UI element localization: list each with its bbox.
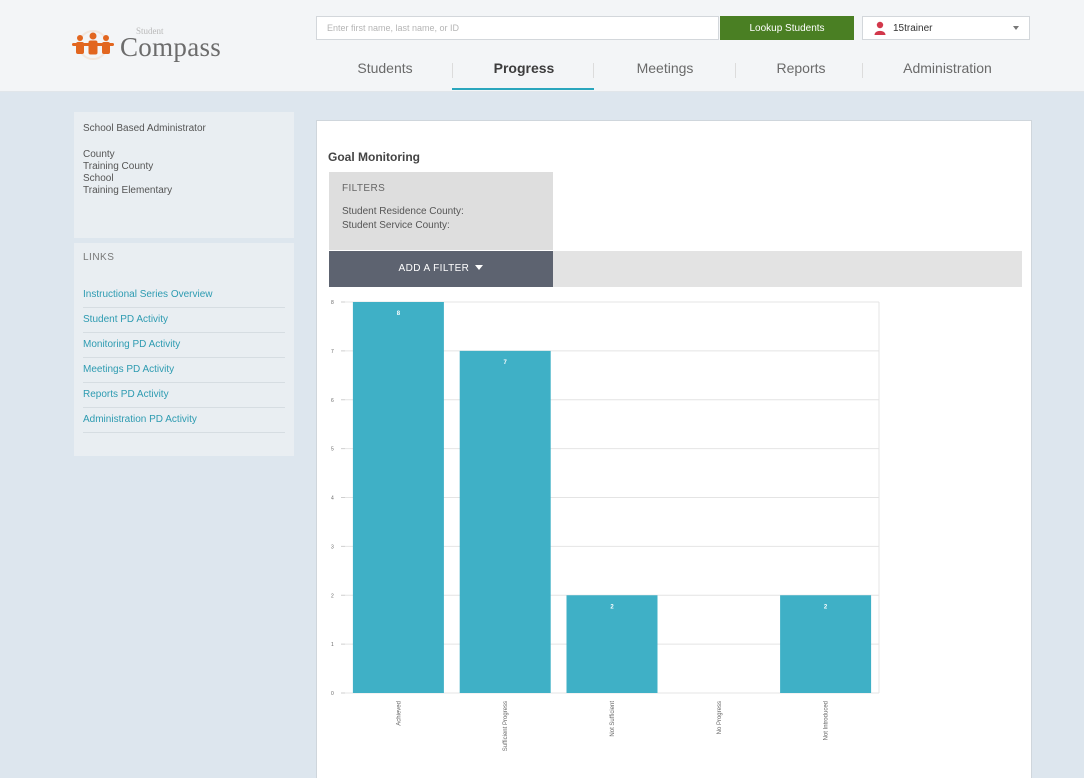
lookup-students-button[interactable]: Lookup Students bbox=[720, 16, 854, 40]
goal-monitoring-panel: Goal Monitoring FILTERS Student Residenc… bbox=[316, 120, 1032, 778]
nav-divider bbox=[735, 63, 736, 78]
y-tick-label: 1 bbox=[331, 642, 334, 648]
y-tick-label: 4 bbox=[331, 496, 334, 502]
x-category-label: No Progress bbox=[717, 701, 723, 734]
links-heading: LINKS bbox=[83, 252, 115, 263]
tab-meetings[interactable]: Meetings bbox=[617, 60, 713, 76]
school-label: School bbox=[83, 173, 114, 184]
x-category-label: Sufficient Progress bbox=[503, 701, 509, 751]
role-label: School Based Administrator bbox=[83, 123, 206, 134]
y-tick-label: 2 bbox=[331, 593, 334, 599]
x-category-label: Not Introduced bbox=[824, 701, 830, 740]
link-student-pd-activity[interactable]: Student PD Activity bbox=[83, 308, 285, 333]
nav-divider bbox=[593, 63, 594, 78]
active-tab-indicator bbox=[452, 88, 594, 90]
people-logo-icon bbox=[72, 30, 114, 60]
nav-divider bbox=[452, 63, 453, 78]
logo-wordmark: Compass bbox=[120, 32, 222, 62]
student-compass-logo[interactable]: Student Compass bbox=[70, 22, 240, 72]
y-tick-label: 7 bbox=[331, 349, 334, 355]
filters-heading: FILTERS bbox=[342, 183, 386, 194]
y-tick-label: 8 bbox=[331, 300, 334, 306]
tab-progress[interactable]: Progress bbox=[478, 60, 570, 76]
y-tick-label: 6 bbox=[331, 398, 334, 404]
tab-administration[interactable]: Administration bbox=[885, 60, 1010, 76]
user-menu-dropdown[interactable]: 15trainer bbox=[862, 16, 1030, 40]
county-value: Training County bbox=[83, 161, 154, 172]
page-title: Goal Monitoring bbox=[328, 150, 420, 164]
caret-down-icon bbox=[475, 265, 484, 271]
tab-students[interactable]: Students bbox=[340, 60, 430, 76]
username-label: 15trainer bbox=[893, 23, 933, 34]
filter-bar: ADD A FILTER bbox=[329, 251, 1022, 287]
bar-0 bbox=[352, 302, 444, 693]
link-meetings-pd-activity[interactable]: Meetings PD Activity bbox=[83, 358, 285, 383]
student-search-input[interactable] bbox=[316, 16, 719, 40]
nav-divider bbox=[862, 63, 863, 78]
links-panel: LINKS Instructional Series Overview Stud… bbox=[74, 243, 294, 456]
app-header: Student Compass Lookup Students 15traine… bbox=[0, 0, 1084, 92]
chevron-down-icon bbox=[1013, 26, 1019, 30]
y-tick-label: 5 bbox=[331, 447, 334, 453]
user-icon bbox=[874, 21, 886, 35]
x-category-label: Not Sufficient bbox=[610, 701, 616, 737]
school-value: Training Elementary bbox=[83, 185, 173, 196]
x-category-label: Achieved bbox=[396, 701, 402, 726]
link-administration-pd-activity[interactable]: Administration PD Activity bbox=[83, 408, 285, 433]
tab-reports[interactable]: Reports bbox=[756, 60, 846, 76]
bar-1 bbox=[459, 350, 551, 693]
goal-monitoring-chart: 0123456788Achieved7Sufficient Progress2N… bbox=[331, 300, 880, 751]
add-filter-label: ADD A FILTER bbox=[398, 263, 470, 274]
y-tick-label: 3 bbox=[331, 544, 334, 550]
add-filter-button[interactable]: ADD A FILTER bbox=[329, 251, 553, 287]
link-monitoring-pd-activity[interactable]: Monitoring PD Activity bbox=[83, 333, 285, 358]
user-context-panel: School Based Administrator County Traini… bbox=[74, 112, 294, 238]
county-label: County bbox=[83, 149, 115, 160]
filters-box: FILTERS Student Residence County: Studen… bbox=[329, 172, 553, 250]
y-tick-label: 0 bbox=[331, 691, 334, 697]
link-reports-pd-activity[interactable]: Reports PD Activity bbox=[83, 383, 285, 408]
residence-county-filter: Student Residence County: bbox=[342, 206, 464, 217]
link-instructional-series-overview[interactable]: Instructional Series Overview bbox=[83, 283, 285, 308]
service-county-filter: Student Service County: bbox=[342, 220, 450, 231]
